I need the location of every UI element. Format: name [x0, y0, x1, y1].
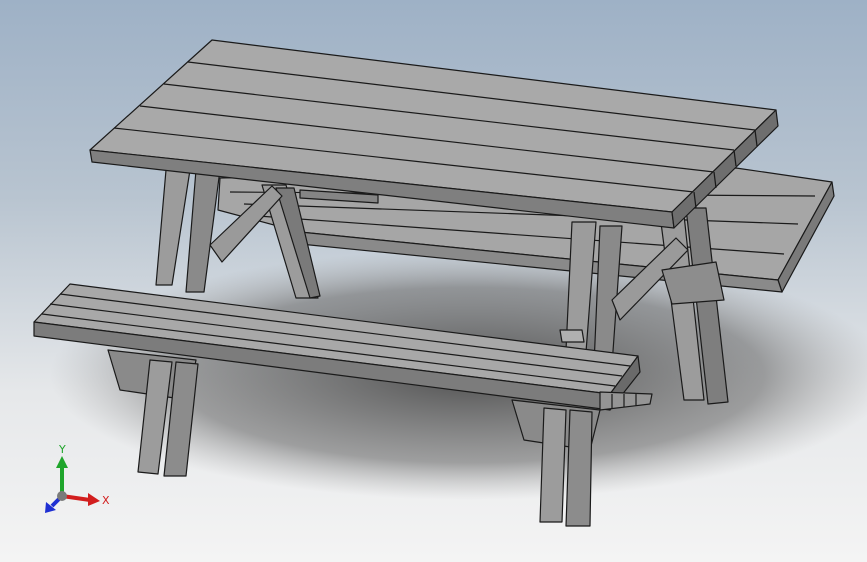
leg-left-b	[185, 169, 221, 293]
triad-x-arrow-icon	[88, 493, 100, 506]
triad-x-label: X	[102, 494, 110, 507]
front-bench-leg-4	[565, 409, 593, 527]
leg-left-a	[155, 169, 191, 286]
graphics-viewport[interactable]: Y X	[0, 0, 867, 562]
picnic-table-model[interactable]	[0, 0, 867, 562]
triad-y-arrow-icon	[56, 456, 68, 468]
triad-y-label: Y	[58, 443, 66, 456]
reference-triad[interactable]: Y X	[40, 440, 120, 520]
bench-bolt-block	[559, 329, 585, 343]
front-bench-leg-3	[539, 407, 567, 523]
triad-origin	[57, 491, 67, 501]
